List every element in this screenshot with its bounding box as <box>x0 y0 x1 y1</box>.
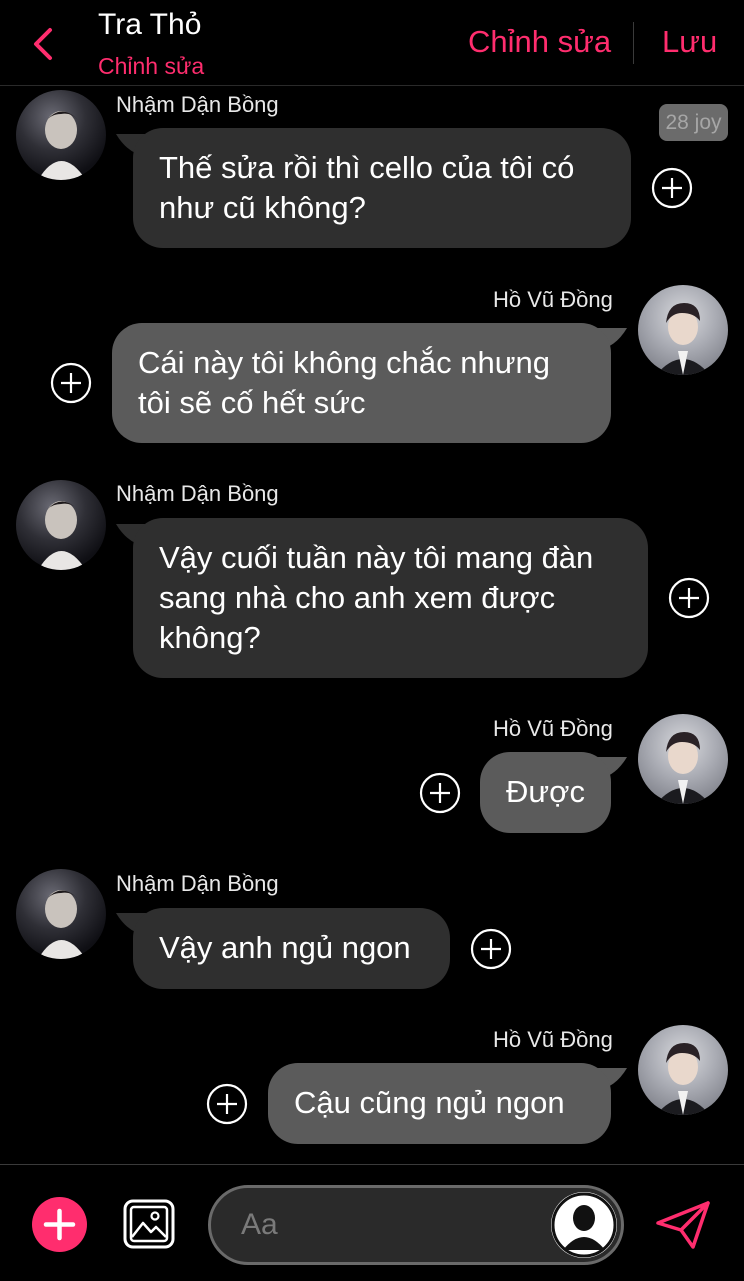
sender-name: Hồ Vũ Đồng <box>493 716 613 741</box>
add-circle-icon[interactable] <box>50 362 92 404</box>
header-divider <box>633 22 634 64</box>
message-line: như cũ không? <box>159 190 366 225</box>
message-input[interactable]: Aa <box>208 1185 624 1265</box>
message-bubble[interactable]: Vậy cuối tuần này tôi mang đàn sang nhà … <box>133 518 648 678</box>
sender-name: Hồ Vũ Đồng <box>493 287 613 312</box>
message-line: Cậu cũng ngủ ngon <box>294 1085 565 1120</box>
sender-name: Nhậm Dận Bồng <box>116 92 279 117</box>
message-bubble[interactable]: Cái này tôi không chắc nhưng tôi sẽ cố h… <box>112 323 611 443</box>
add-circle-icon[interactable] <box>206 1083 248 1125</box>
avatar-right[interactable] <box>638 1025 728 1115</box>
input-placeholder: Aa <box>241 1208 278 1241</box>
chat-header: Tra Thỏ Chỉnh sửa Chỉnh sửa Lưu <box>0 0 744 86</box>
message-bubble[interactable]: Vậy anh ngủ ngon <box>133 908 450 989</box>
add-circle-icon[interactable] <box>419 772 461 814</box>
avatar-left[interactable] <box>16 480 106 570</box>
message-line: Thế sửa rồi thì cello của tôi có <box>159 150 575 185</box>
image-icon[interactable] <box>123 1199 175 1249</box>
message-line: tôi sẽ cố hết sức <box>138 385 366 420</box>
avatar-left[interactable] <box>16 869 106 959</box>
composer-bar: Aa <box>0 1164 744 1281</box>
message-line: sang nhà cho anh xem được <box>159 580 556 615</box>
avatar-left[interactable] <box>16 90 106 180</box>
message-line: Được <box>506 774 585 809</box>
add-circle-icon[interactable] <box>668 577 710 619</box>
message-line: Vậy cuối tuần này tôi mang đàn <box>159 540 594 575</box>
avatar-right[interactable] <box>638 714 728 804</box>
sender-name: Hồ Vũ Đồng <box>493 1027 613 1052</box>
add-circle-icon[interactable] <box>470 928 512 970</box>
sender-name: Nhậm Dận Bồng <box>116 871 279 896</box>
chat-title: Tra Thỏ <box>98 8 202 41</box>
chat-subtitle[interactable]: Chỉnh sửa <box>98 53 204 80</box>
time-stamp: 28 joy <box>659 104 728 141</box>
message-line: không? <box>159 620 261 655</box>
message-bubble[interactable]: Cậu cũng ngủ ngon <box>268 1063 611 1144</box>
message-line: Cái này tôi không chắc nhưng <box>138 345 550 380</box>
send-icon[interactable] <box>655 1199 711 1251</box>
message-bubble[interactable]: Thế sửa rồi thì cello của tôi có như cũ … <box>133 128 631 248</box>
add-button[interactable] <box>32 1197 87 1252</box>
message-bubble[interactable]: Được <box>480 752 611 833</box>
user-avatar-icon[interactable] <box>551 1192 617 1258</box>
save-button[interactable]: Lưu <box>662 24 717 60</box>
sender-name: Nhậm Dận Bồng <box>116 481 279 506</box>
plus-icon <box>43 1208 76 1241</box>
message-line: Vậy anh ngủ ngon <box>159 930 411 965</box>
edit-button[interactable]: Chỉnh sửa <box>468 24 611 60</box>
back-chevron-icon[interactable] <box>28 24 58 64</box>
avatar-right[interactable] <box>638 285 728 375</box>
add-circle-icon[interactable] <box>651 167 693 209</box>
